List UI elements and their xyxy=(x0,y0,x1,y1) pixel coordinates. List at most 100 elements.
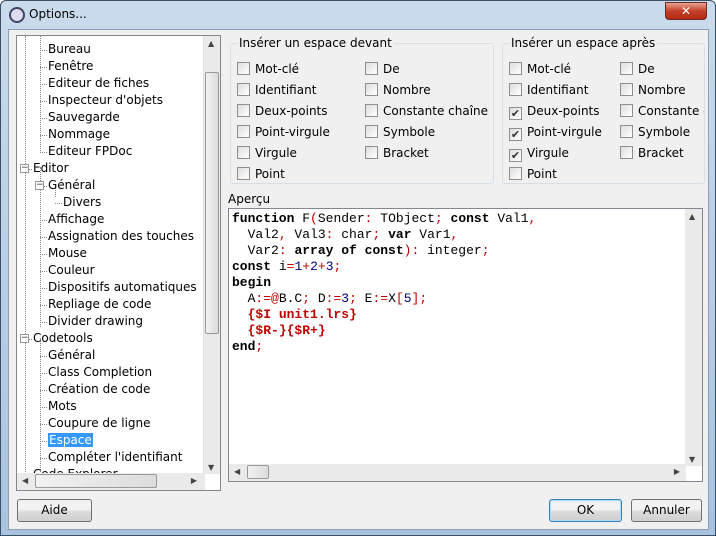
collapse-icon[interactable]: − xyxy=(20,164,29,173)
scroll-up-icon[interactable]: ▲ xyxy=(208,39,214,48)
checkbox-symbole[interactable]: Symbole xyxy=(620,125,690,141)
tree-item[interactable]: Editeur FPDoc xyxy=(48,143,132,160)
tree-item[interactable]: Editeur de fiches xyxy=(48,75,149,92)
scroll-left-icon[interactable]: ◀ xyxy=(234,467,240,476)
code-token: := xyxy=(325,291,342,306)
scroll-down-icon[interactable]: ▼ xyxy=(208,463,214,472)
tree-connector xyxy=(40,458,47,459)
checkbox-unchecked-icon[interactable] xyxy=(365,104,378,117)
tree-item[interactable]: Repliage de code xyxy=(48,296,151,313)
tree-vertical-scrollbar[interactable]: ▲ ▼ xyxy=(203,36,220,474)
checkbox-unchecked-icon[interactable] xyxy=(365,62,378,75)
preview-horizontal-scrollbar[interactable]: ◀ ▶ xyxy=(229,464,686,481)
tree-item[interactable]: Divers xyxy=(63,194,101,211)
checkbox-symbole[interactable]: Symbole xyxy=(365,125,435,141)
tree-item[interactable]: Sauvegarde xyxy=(48,109,120,126)
scroll-left-icon[interactable]: ◀ xyxy=(22,476,28,485)
checkbox-virgule[interactable]: Virgule xyxy=(237,146,297,162)
checkbox-identifiant[interactable]: Identifiant xyxy=(237,83,316,99)
code-token: : xyxy=(278,243,287,258)
collapse-icon[interactable]: − xyxy=(35,181,44,190)
scroll-down-icon[interactable]: ▼ xyxy=(689,455,695,464)
checkbox-virgule[interactable]: ✔ Virgule xyxy=(509,146,569,162)
checkbox-point-virgule[interactable]: ✔ Point-virgule xyxy=(509,125,602,141)
checkbox-unchecked-icon[interactable] xyxy=(620,62,633,75)
tree-item[interactable]: Dispositifs automatiques xyxy=(48,279,197,296)
checkbox-deux-points[interactable]: Deux-points xyxy=(237,104,328,120)
checkbox-constante-chaîne[interactable]: Constante chaîne xyxy=(620,104,704,120)
checkbox-unchecked-icon[interactable] xyxy=(620,104,633,117)
checkbox-mot-clé[interactable]: Mot-clé xyxy=(509,62,571,78)
checkbox-nombre[interactable]: Nombre xyxy=(365,83,431,99)
tree-item[interactable]: Création de code xyxy=(48,381,150,398)
checkbox-unchecked-icon[interactable] xyxy=(237,62,250,75)
checkbox-unchecked-icon[interactable] xyxy=(509,167,522,180)
tree-item[interactable]: Couleur xyxy=(48,262,95,279)
checkbox-unchecked-icon[interactable] xyxy=(620,125,633,138)
tree-hscroll-thumb[interactable] xyxy=(35,474,157,488)
checkbox-nombre[interactable]: Nombre xyxy=(620,83,686,99)
checkbox-mot-clé[interactable]: Mot-clé xyxy=(237,62,299,78)
tree-item[interactable]: Général xyxy=(48,347,95,364)
checkbox-de[interactable]: De xyxy=(365,62,400,78)
tree-item[interactable]: Mots xyxy=(48,398,77,415)
checkbox-unchecked-icon[interactable] xyxy=(620,146,633,159)
tree-horizontal-scrollbar[interactable]: ◀ ▶ xyxy=(17,473,205,490)
preview-vertical-scrollbar[interactable]: ▲ ▼ xyxy=(685,209,702,466)
checkbox-checked-icon[interactable]: ✔ xyxy=(509,107,522,120)
checkbox-unchecked-icon[interactable] xyxy=(620,83,633,96)
checkbox-point[interactable]: Point xyxy=(509,167,557,183)
tree-item[interactable]: Class Completion xyxy=(48,364,152,381)
preview-editor[interactable]: function F(Sender: TObject; const Val1, … xyxy=(228,208,703,482)
checkbox-unchecked-icon[interactable] xyxy=(237,167,250,180)
help-button[interactable]: Aide xyxy=(17,499,92,522)
checkbox-bracket[interactable]: Bracket xyxy=(620,146,684,162)
tree-item[interactable]: Compléter l'identifiant xyxy=(48,449,182,466)
checkbox-label: Point-virgule xyxy=(527,125,602,139)
scroll-up-icon[interactable]: ▲ xyxy=(689,212,695,221)
options-tree[interactable]: Code ExplorerCompléter l'identifiantEspa… xyxy=(16,35,221,491)
tree-item[interactable]: Fenêtre xyxy=(48,58,93,75)
checkbox-constante-chaîne[interactable]: Constante chaîne xyxy=(365,104,488,120)
tree-item[interactable]: Nommage xyxy=(48,126,110,143)
tree-item[interactable]: Affichage xyxy=(48,211,104,228)
preview-hscroll-thumb[interactable] xyxy=(247,465,269,479)
checkbox-unchecked-icon[interactable] xyxy=(237,104,250,117)
checkbox-point-virgule[interactable]: Point-virgule xyxy=(237,125,330,141)
tree-item[interactable]: Editor xyxy=(33,160,69,177)
checkbox-identifiant[interactable]: Identifiant xyxy=(509,83,588,99)
checkbox-de[interactable]: De xyxy=(620,62,655,78)
close-button[interactable]: ✕ xyxy=(665,2,707,20)
checkbox-point[interactable]: Point xyxy=(237,167,285,183)
tree-connector xyxy=(40,50,47,51)
checkbox-unchecked-icon[interactable] xyxy=(365,125,378,138)
ok-button[interactable]: OK xyxy=(549,499,622,522)
scroll-right-icon[interactable]: ▶ xyxy=(191,476,197,485)
tree-item[interactable]: Général xyxy=(48,177,95,194)
tree-item[interactable]: Inspecteur d'objets xyxy=(48,92,163,109)
tree-item[interactable]: Espace xyxy=(48,432,93,449)
tree-item[interactable]: Divider drawing xyxy=(48,313,143,330)
checkbox-checked-icon[interactable]: ✔ xyxy=(509,128,522,141)
checkbox-unchecked-icon[interactable] xyxy=(237,125,250,138)
checkbox-unchecked-icon[interactable] xyxy=(237,83,250,96)
tree-vscroll-thumb[interactable] xyxy=(205,72,219,334)
scroll-right-icon[interactable]: ▶ xyxy=(674,467,680,476)
checkbox-deux-points[interactable]: ✔ Deux-points xyxy=(509,104,600,120)
checkbox-unchecked-icon[interactable] xyxy=(509,62,522,75)
tree-item[interactable]: Mouse xyxy=(48,245,87,262)
tree-item[interactable]: Bureau xyxy=(48,41,91,58)
checkbox-bracket[interactable]: Bracket xyxy=(365,146,429,162)
checkbox-unchecked-icon[interactable] xyxy=(365,146,378,159)
checkbox-checked-icon[interactable]: ✔ xyxy=(509,149,522,162)
checkbox-unchecked-icon[interactable] xyxy=(365,83,378,96)
code-token: TObject xyxy=(372,211,435,226)
tree-item[interactable]: Coupure de ligne xyxy=(48,415,151,432)
checkbox-unchecked-icon[interactable] xyxy=(237,146,250,159)
tree-connector xyxy=(40,220,47,221)
cancel-button[interactable]: Annuler xyxy=(631,499,702,522)
tree-item[interactable]: Codetools xyxy=(33,330,93,347)
checkbox-unchecked-icon[interactable] xyxy=(509,83,522,96)
collapse-icon[interactable]: − xyxy=(20,334,29,343)
tree-item[interactable]: Assignation des touches xyxy=(48,228,194,245)
